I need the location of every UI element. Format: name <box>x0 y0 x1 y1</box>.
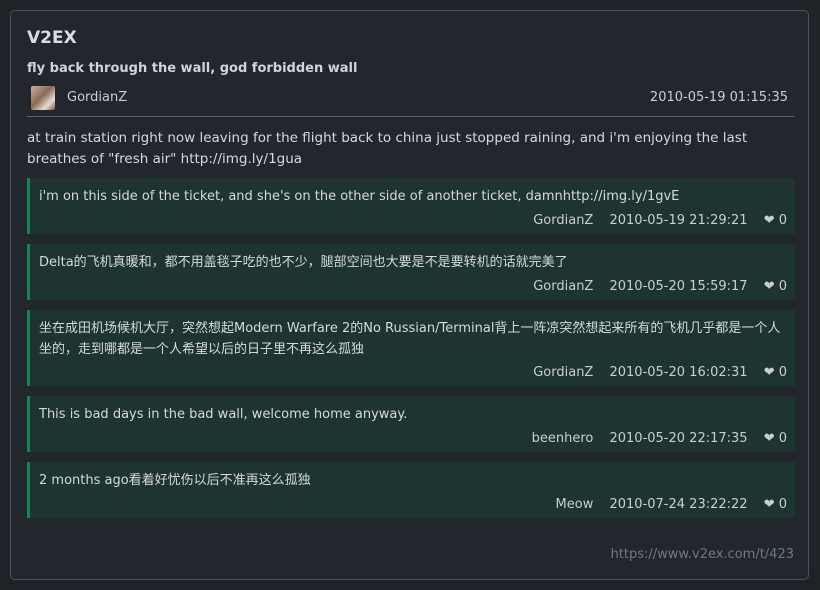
topic-content: at train station right now leaving for t… <box>27 130 748 167</box>
reply-meta: Meow 2010-07-24 23:22:22 ❤ 0 <box>544 497 787 512</box>
topic-url-link[interactable]: https://www.v2ex.com/t/423 <box>611 547 794 562</box>
reply-author[interactable]: GordianZ <box>533 279 593 294</box>
reply-time: 2010-05-20 15:59:17 <box>609 279 748 294</box>
reply-content: 坐在成田机场候机大厅，突然想起Modern Warfare 2的No Russi… <box>39 321 781 357</box>
reply-item: 坐在成田机场候机大厅，突然想起Modern Warfare 2的No Russi… <box>27 310 795 386</box>
heart-icon[interactable]: ❤ 0 <box>764 431 787 446</box>
topic-card: V2EX fly back through the wall, god forb… <box>10 10 809 580</box>
heart-icon[interactable]: ❤ 0 <box>764 279 787 294</box>
reply-meta: GordianZ 2010-05-20 15:59:17 ❤ 0 <box>521 279 787 294</box>
reply-time: 2010-05-20 22:17:35 <box>609 431 748 446</box>
reply-content: 2 months ago看着好忧伤以后不准再这么孤独 <box>39 473 311 488</box>
reply-content: Delta的飞机真暖和，都不用盖毯子吃的也不少，腿部空间也大要是不是要转机的话就… <box>39 255 568 270</box>
reply-author[interactable]: Meow <box>556 497 594 512</box>
heart-icon[interactable]: ❤ 0 <box>764 497 787 512</box>
topic-author-row: GordianZ 2010-05-19 01:15:35 <box>27 85 794 117</box>
reply-time: 2010-07-24 23:22:22 <box>609 497 748 512</box>
reply-time: 2010-05-19 21:29:21 <box>609 213 748 228</box>
topic-timestamp: 2010-05-19 01:15:35 <box>649 90 788 105</box>
reply-meta: GordianZ 2010-05-19 21:29:21 ❤ 0 <box>521 213 787 228</box>
reply-item: 2 months ago看着好忧伤以后不准再这么孤独 Meow 2010-07-… <box>27 462 795 518</box>
reply-author[interactable]: GordianZ <box>533 365 593 380</box>
heart-icon[interactable]: ❤ 0 <box>764 213 787 228</box>
reply-item: Delta的飞机真暖和，都不用盖毯子吃的也不少，腿部空间也大要是不是要转机的话就… <box>27 244 795 300</box>
reply-item: i'm on this side of the ticket, and she'… <box>27 178 795 234</box>
site-title[interactable]: V2EX <box>27 28 77 48</box>
reply-meta: GordianZ 2010-05-20 16:02:31 ❤ 0 <box>521 365 787 380</box>
reply-author[interactable]: beenhero <box>532 431 594 446</box>
topic-title[interactable]: fly back through the wall, god forbidden… <box>27 61 357 76</box>
reply-item: This is bad days in the bad wall, welcom… <box>27 396 795 452</box>
avatar[interactable] <box>31 86 55 110</box>
reply-time: 2010-05-20 16:02:31 <box>609 365 748 380</box>
reply-author[interactable]: GordianZ <box>533 213 593 228</box>
heart-icon[interactable]: ❤ 0 <box>764 365 787 380</box>
reply-content: i'm on this side of the ticket, and she'… <box>39 189 680 204</box>
reply-meta: beenhero 2010-05-20 22:17:35 ❤ 0 <box>520 431 787 446</box>
topic-author[interactable]: GordianZ <box>67 90 127 105</box>
reply-content: This is bad days in the bad wall, welcom… <box>39 407 408 422</box>
